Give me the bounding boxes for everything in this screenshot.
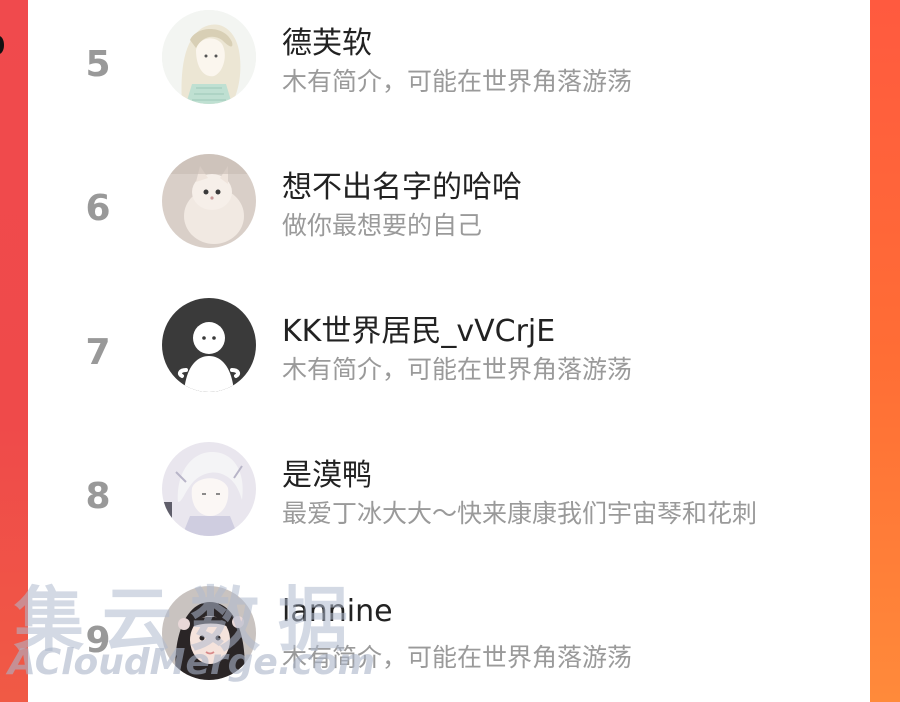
girl-photo-avatar[interactable]: [162, 586, 256, 680]
user-description: 木有简介，可能在世界角落游荡: [282, 67, 633, 96]
list-item[interactable]: 9 lannine 木有简介，可能在世界角落游荡: [28, 576, 870, 696]
user-name[interactable]: KK世界居民_vVCrjE: [282, 306, 555, 350]
list-item[interactable]: 5 德芙软 木有简介，可能在世界角落游荡: [28, 0, 870, 120]
user-description: 木有简介，可能在世界角落游荡: [282, 643, 633, 672]
default-avatar[interactable]: [162, 298, 256, 392]
list-item[interactable]: 6 想不出名字的哈哈 做你最想要的自己: [28, 144, 870, 264]
user-name[interactable]: lannine: [282, 594, 393, 629]
rank-number: 5: [85, 44, 111, 85]
cat-avatar[interactable]: [162, 154, 256, 248]
rank-number: 6: [85, 188, 111, 229]
user-name[interactable]: 是漠鸭: [282, 450, 372, 494]
rank-number: 9: [85, 620, 111, 661]
ranking-list: 5 德芙软 木有简介，可能在世界角落游荡 6 想不出名字的哈哈 做你最想要的自己…: [28, 0, 870, 702]
list-item[interactable]: 7 KK世界居民_vVCrjE 木有简介，可能在世界角落游荡: [28, 288, 870, 408]
rank-number: 7: [85, 332, 111, 373]
user-description: 最爱丁冰大大～快来康康我们宇宙琴和花刺: [282, 499, 758, 528]
rank-number: 8: [85, 476, 111, 517]
right-gradient-edge: [870, 0, 900, 702]
anime-boy-avatar[interactable]: [162, 442, 256, 536]
list-item[interactable]: 8 是漠鸭 最爱丁冰大大～快来康康我们宇宙琴和花刺: [28, 432, 870, 552]
anime-girl-avatar[interactable]: [162, 10, 256, 104]
user-name[interactable]: 想不出名字的哈哈: [282, 162, 522, 206]
user-name[interactable]: 德芙软: [282, 18, 372, 62]
user-description: 做你最想要的自己: [282, 211, 483, 240]
left-gradient-edge: [0, 0, 28, 702]
user-description: 木有简介，可能在世界角落游荡: [282, 355, 633, 384]
